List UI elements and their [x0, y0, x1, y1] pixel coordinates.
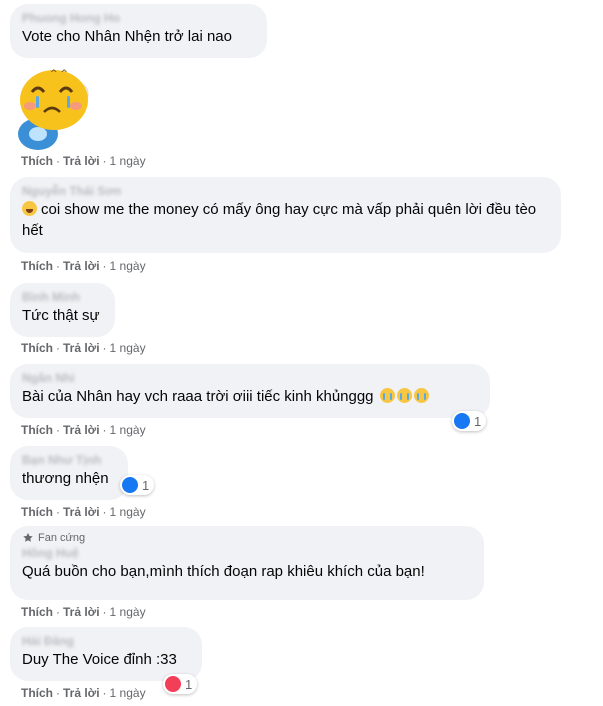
- comment-actions: Thích · Trả lời · 1 ngày: [21, 423, 146, 437]
- fan-badge[interactable]: Fan cứng: [22, 531, 472, 545]
- comment-text: Bài của Nhân hay vch raaa trời ơiii tiếc…: [22, 386, 478, 407]
- reply-link[interactable]: Trả lời: [63, 605, 100, 619]
- crying-emoji-icon: [413, 388, 429, 403]
- comment-actions: Thích · Trả lời · 1 ngày: [21, 341, 146, 355]
- reply-link[interactable]: Trả lời: [63, 423, 100, 437]
- comment-author[interactable]: Ngân Nhi: [22, 370, 478, 386]
- timestamp[interactable]: 1 ngày: [110, 423, 146, 437]
- svg-text:^ ^: ^ ^: [50, 69, 68, 79]
- reaction-count[interactable]: 1: [120, 475, 155, 495]
- comment-author[interactable]: Bạn Như Tịnh: [22, 452, 116, 468]
- comment-text: Duy The Voice đỉnh :33: [22, 651, 177, 668]
- reaction-count[interactable]: 1: [452, 411, 487, 431]
- comment-text: coi show me the money có mấy ông hay cực…: [22, 201, 537, 239]
- like-link[interactable]: Thích: [21, 605, 53, 619]
- like-link[interactable]: Thích: [21, 423, 53, 437]
- comment-text: Quá buồn cho bạn,mình thích đoạn rap khi…: [22, 563, 425, 580]
- timestamp[interactable]: 1 ngày: [110, 605, 146, 619]
- comment-text: Tức thật sự: [22, 307, 100, 324]
- timestamp[interactable]: 1 ngày: [110, 686, 146, 700]
- comment-author[interactable]: Bình Minh: [22, 289, 103, 305]
- reply-link[interactable]: Trả lời: [63, 505, 100, 519]
- like-reaction-icon: [122, 477, 138, 493]
- comment-actions: Thích · Trả lời · 1 ngày: [21, 154, 146, 168]
- timestamp[interactable]: 1 ngày: [110, 505, 146, 519]
- reply-link[interactable]: Trả lời: [63, 154, 100, 168]
- comment-bubble: Phuong Hong Ho Vote cho Nhân Nhện trở la…: [10, 4, 267, 58]
- like-link[interactable]: Thích: [21, 341, 53, 355]
- reaction-count[interactable]: 1: [163, 674, 198, 694]
- like-link[interactable]: Thích: [21, 505, 53, 519]
- comment-author[interactable]: Phuong Hong Ho: [22, 10, 255, 26]
- fan-badge-icon: [23, 533, 33, 542]
- comment-author[interactable]: Hải Đăng: [22, 633, 190, 649]
- like-link[interactable]: Thích: [21, 259, 53, 273]
- crying-duck-sticker: ^ ^: [10, 64, 90, 150]
- love-reaction-icon: [165, 676, 181, 692]
- crying-emoji-icon: [396, 388, 412, 403]
- comment-bubble: Nguyễn Thái Sơn coi show me the money có…: [10, 177, 561, 253]
- like-reaction-icon: [454, 413, 470, 429]
- reply-link[interactable]: Trả lời: [63, 341, 100, 355]
- comment-actions: Thích · Trả lời · 1 ngày: [21, 686, 146, 700]
- like-link[interactable]: Thích: [21, 154, 53, 168]
- comment-actions: Thích · Trả lời · 1 ngày: [21, 605, 146, 619]
- comment-author[interactable]: Nguyễn Thái Sơn: [22, 183, 549, 199]
- reply-link[interactable]: Trả lời: [63, 686, 100, 700]
- comment-author[interactable]: Hồng Huệ: [22, 545, 472, 561]
- like-link[interactable]: Thích: [21, 686, 53, 700]
- timestamp[interactable]: 1 ngày: [110, 341, 146, 355]
- comment-bubble: Fan cứng Hồng Huệ Quá buồn cho bạn,mình …: [10, 526, 484, 600]
- comment-bubble: Hải Đăng Duy The Voice đỉnh :33: [10, 627, 202, 681]
- timestamp[interactable]: 1 ngày: [110, 259, 146, 273]
- laughing-crying-emoji-icon: [22, 201, 37, 216]
- comment-text: Vote cho Nhân Nhện trở lai nao: [22, 28, 232, 45]
- timestamp[interactable]: 1 ngày: [110, 154, 146, 168]
- reply-link[interactable]: Trả lời: [63, 259, 100, 273]
- comment-actions: Thích · Trả lời · 1 ngày: [21, 259, 146, 273]
- comment-text: thương nhện: [22, 470, 109, 487]
- comment-bubble: Bình Minh Tức thật sự: [10, 283, 115, 337]
- comment-actions: Thích · Trả lời · 1 ngày: [21, 505, 146, 519]
- comment-bubble: Ngân Nhi Bài của Nhân hay vch raaa trời …: [10, 364, 490, 418]
- comment-bubble: Bạn Như Tịnh thương nhện: [10, 446, 128, 500]
- crying-emoji-icon: [379, 388, 395, 403]
